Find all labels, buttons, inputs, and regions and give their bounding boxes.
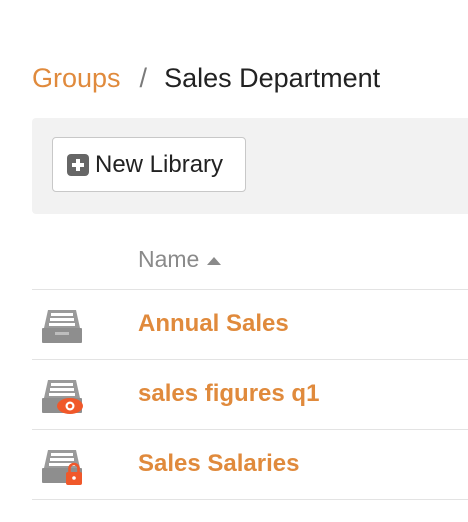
breadcrumb: Groups / Sales Department: [32, 60, 380, 96]
sort-ascending-icon: [207, 256, 222, 265]
name-column-label: Name: [138, 246, 200, 272]
table-row[interactable]: Sales Salaries: [32, 430, 468, 500]
toolbar: New Library: [32, 118, 468, 214]
table-row[interactable]: Annual Sales: [32, 290, 468, 360]
plus-icon: [67, 153, 89, 176]
name-column-header[interactable]: Name: [138, 246, 222, 273]
breadcrumb-separator: /: [139, 62, 148, 93]
page-title: Sales Department: [164, 62, 381, 93]
library-locked-icon: [42, 450, 82, 485]
library-list-page: Groups / Sales Department New Library Na…: [0, 0, 468, 522]
table-row[interactable]: sales figures q1: [32, 360, 468, 430]
library-icon: [42, 310, 82, 343]
breadcrumb-groups-link[interactable]: Groups: [32, 63, 121, 94]
new-library-button-label: New Library: [95, 150, 224, 178]
new-library-button[interactable]: New Library: [52, 137, 246, 192]
library-name-link[interactable]: Sales Salaries: [138, 450, 299, 478]
library-name-link[interactable]: Annual Sales: [138, 310, 289, 338]
library-shared-view-icon: [42, 380, 83, 414]
table-header: Name: [32, 236, 468, 290]
library-name-link[interactable]: sales figures q1: [138, 380, 319, 408]
